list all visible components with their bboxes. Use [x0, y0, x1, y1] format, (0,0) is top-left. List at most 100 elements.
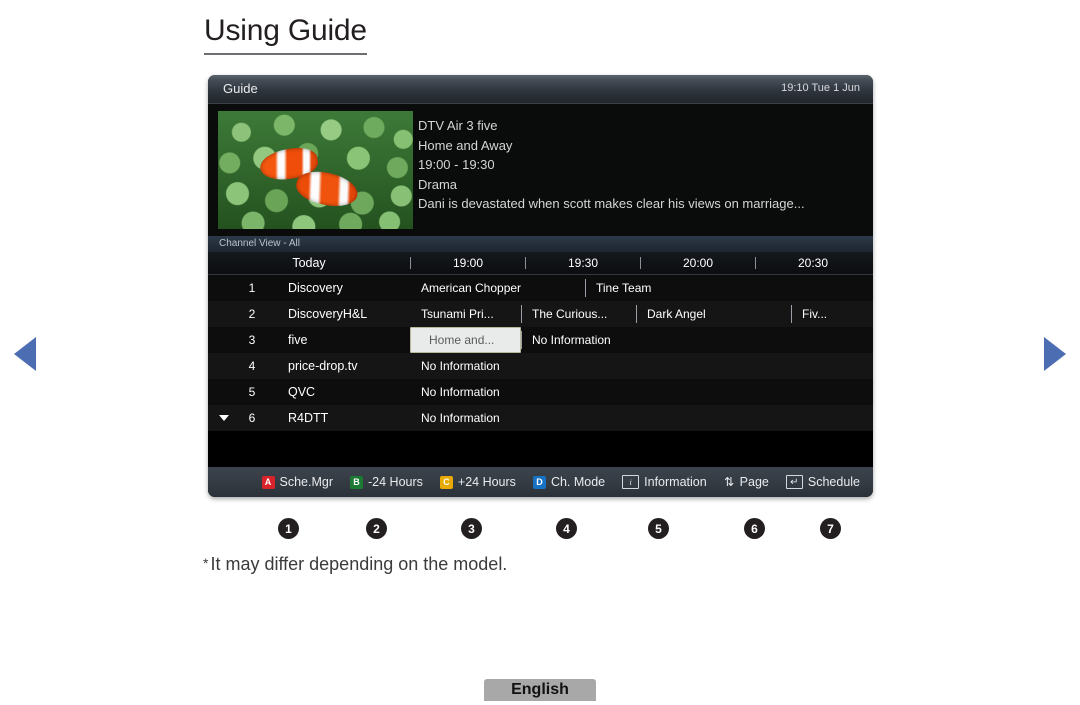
caret-down-icon [219, 415, 229, 421]
toolbar-item-ch-mode[interactable]: D Ch. Mode [532, 475, 606, 489]
table-row[interactable]: 5 QVC No Information [208, 379, 873, 405]
time-slot: 20:30 [755, 257, 870, 269]
program-cell[interactable]: No Information [410, 353, 855, 379]
guide-clock: 19:10 Tue 1 Jun [781, 82, 860, 94]
program-cell[interactable]: American Chopper [410, 275, 585, 301]
toolbar-item-24-hours[interactable]: C +24 Hours [439, 475, 516, 489]
callout-number-1: 1 [278, 518, 299, 539]
time-slot: 19:00 [410, 257, 525, 269]
info-icon: i [622, 475, 640, 489]
guide-toolbar: A Sche.Mgr B -24 Hours C +24 Hours D Ch. Mode i I… [208, 467, 873, 497]
channel-name: R4DTT [288, 411, 329, 425]
channel-name: DiscoveryH&L [288, 307, 368, 321]
channel-number: 4 [248, 359, 256, 373]
program-cells: No Information [410, 379, 873, 405]
preview-info: DTV Air 3 five Home and Away 19:00 - 19:… [418, 116, 865, 214]
preview-channel: DTV Air 3 five [418, 118, 498, 133]
program-cell[interactable]: Tine Team [585, 275, 855, 301]
toolbar-item-label: +24 Hours [457, 475, 516, 489]
row-marker-slot [208, 301, 238, 327]
row-marker-slot [208, 379, 238, 405]
toolbar-item-sche-mgr[interactable]: A Sche.Mgr [261, 475, 334, 489]
row-marker-slot [208, 327, 238, 353]
table-row[interactable]: 6 R4DTT No Information [208, 405, 873, 431]
color-key-d-icon: D [532, 475, 546, 489]
guide-header-bar: Guide 19:10 Tue 1 Jun [208, 75, 873, 104]
channel-number: 6 [248, 411, 256, 425]
preview-genre: Drama [418, 176, 458, 192]
guide-title: Guide [223, 81, 258, 96]
toolbar-item-schedule[interactable]: ↵ Schedule [785, 475, 860, 489]
program-grid: 1 Discovery American Chopper Tine Team 2 Disc… [208, 275, 873, 431]
program-cell[interactable]: Fiv... [791, 301, 855, 327]
program-cell[interactable]: No Information [521, 327, 855, 353]
time-slot: 20:00 [640, 257, 755, 269]
callout-number-2: 2 [366, 518, 387, 539]
footnote-marker: * [203, 555, 209, 571]
callout-number-5: 5 [648, 518, 669, 539]
toolbar-item-page[interactable]: ⇅ Page [724, 475, 769, 489]
program-cells: American Chopper Tine Team [410, 275, 873, 301]
program-cell[interactable]: No Information [410, 379, 855, 405]
channel-view-label: Channel View - All [219, 238, 300, 249]
preview-time: 19:00 - 19:30 [418, 157, 495, 172]
toolbar-item-label: -24 Hours [368, 475, 423, 489]
table-row[interactable]: 4 price-drop.tv No Information [208, 353, 873, 379]
program-cells: No Information [410, 405, 873, 431]
program-preview: DTV Air 3 five Home and Away 19:00 - 19:… [208, 104, 873, 236]
channel-number: 5 [248, 385, 256, 399]
channel-name: price-drop.tv [288, 359, 358, 373]
channel-number: 2 [248, 307, 256, 321]
channel-view-bar[interactable]: Channel View - All [208, 236, 873, 252]
preview-description: Dani is devastated when scott makes clea… [418, 196, 805, 211]
toolbar-item-label: Information [644, 475, 707, 489]
program-cell[interactable]: Dark Angel [636, 301, 791, 327]
program-cells: No Information [410, 353, 873, 379]
program-cell[interactable]: The Curious... [521, 301, 636, 327]
time-slot: 19:30 [525, 257, 640, 269]
table-row[interactable]: 1 Discovery American Chopper Tine Team [208, 275, 873, 301]
toolbar-item-label: Sche.Mgr [279, 475, 334, 489]
toolbar-item-label: Schedule [807, 475, 860, 489]
page-title: Using Guide [204, 14, 367, 55]
channel-name: five [288, 333, 308, 347]
program-cell-selected[interactable]: Home and... [410, 327, 521, 353]
callout-number-6: 6 [744, 518, 765, 539]
footnote: * It may differ depending on the model. [203, 554, 507, 575]
page-updown-icon: ⇅ [724, 475, 735, 489]
toolbar-item-label: Ch. Mode [550, 475, 606, 489]
callout-number-4: 4 [556, 518, 577, 539]
color-key-b-icon: B [350, 475, 364, 489]
channel-number: 1 [248, 281, 256, 295]
previous-page-arrow-icon[interactable] [14, 337, 36, 371]
program-cell[interactable]: Tsunami Pri... [410, 301, 521, 327]
footnote-text: It may differ depending on the model. [210, 554, 508, 574]
table-row[interactable]: 2 DiscoveryH&L Tsunami Pri... The Curious..… [208, 301, 873, 327]
language-button[interactable]: English [484, 679, 596, 701]
program-cells: Tsunami Pri... The Curious... Dark Angel Fi… [410, 301, 873, 327]
color-key-c-icon: C [439, 475, 453, 489]
channel-name: QVC [288, 385, 316, 399]
program-cell[interactable]: No Information [410, 405, 855, 431]
anemone-background [218, 111, 413, 229]
time-header-row: Today 19:00 19:30 20:00 20:30 [208, 252, 873, 275]
preview-thumbnail [218, 111, 413, 229]
next-page-arrow-icon[interactable] [1044, 337, 1066, 371]
color-key-a-icon: A [261, 475, 275, 489]
toolbar-item-label: Page [739, 475, 769, 489]
callout-number-3: 3 [461, 518, 482, 539]
guide-panel: Guide 19:10 Tue 1 Jun DTV Air 3 five Hom… [208, 75, 873, 497]
program-cells: Home and... No Information [410, 327, 873, 353]
toolbar-item-24-hours[interactable]: B -24 Hours [350, 475, 423, 489]
enter-return-icon: ↵ [785, 475, 803, 489]
channel-number: 3 [248, 333, 256, 347]
row-marker-slot [208, 353, 238, 379]
row-marker-slot [208, 275, 238, 301]
scroll-down-caret-icon[interactable] [208, 405, 238, 431]
table-row[interactable]: 3 five Home and... No Information [208, 327, 873, 353]
toolbar-item-information[interactable]: i Information [622, 475, 707, 489]
callout-number-7: 7 [820, 518, 841, 539]
today-label: Today [292, 256, 326, 270]
channel-name: Discovery [288, 281, 343, 295]
preview-program: Home and Away [418, 137, 513, 153]
